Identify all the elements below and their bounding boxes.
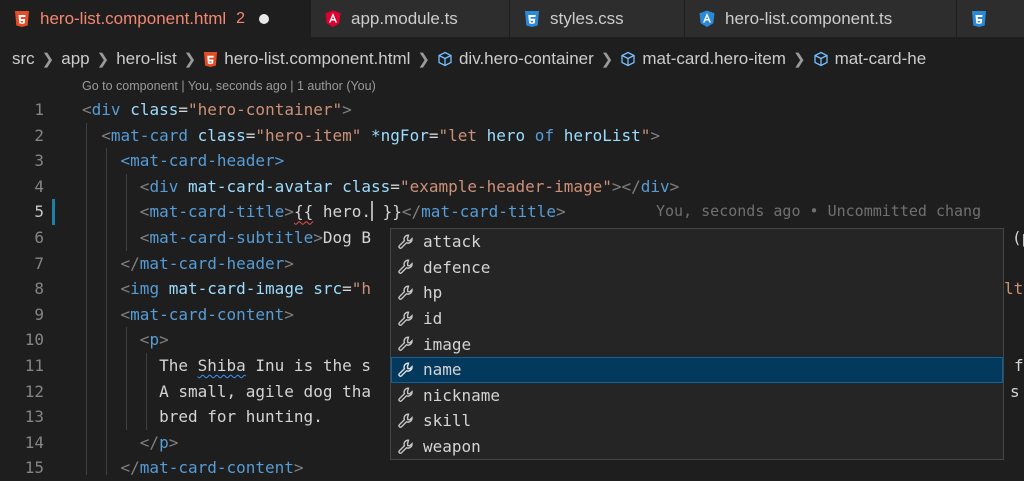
breadcrumb-item[interactable]: div.hero-container — [459, 49, 594, 69]
line-number: 2 — [34, 125, 44, 145]
suggestion-item[interactable]: nickname — [391, 383, 1003, 409]
chevron-right-icon: ❯ — [792, 51, 806, 68]
chevron-right-icon: ❯ — [96, 51, 110, 68]
suggestion-item[interactable]: image — [391, 331, 1003, 357]
wrench-icon — [397, 310, 419, 328]
code-line[interactable]: <mat-card-content> — [82, 302, 294, 328]
code-line-current[interactable]: <mat-card-title>{{ hero. }}</mat-card-ti… — [82, 199, 566, 225]
problem-count-badge: 2 — [236, 9, 246, 27]
codelens[interactable]: Go to component | You, seconds ago | 1 a… — [82, 79, 376, 93]
line-number: 9 — [34, 304, 44, 324]
code-line-tail: s — [1010, 381, 1020, 401]
tab-label: hero-list.component.ts — [725, 8, 893, 28]
breadcrumb-item[interactable]: hero-list.component.html — [224, 49, 410, 69]
line-number: 8 — [34, 279, 44, 299]
line-number: 15 — [24, 458, 44, 478]
tab-hero-list-component-ts[interactable]: hero-list.component.ts — [685, 0, 957, 37]
tab-app-module-ts[interactable]: app.module.ts — [311, 0, 510, 37]
unsaved-dot-icon[interactable] — [259, 13, 270, 24]
line-number: 14 — [24, 432, 44, 452]
text-cursor — [371, 201, 373, 222]
line-number: 13 — [24, 407, 44, 427]
html5-icon — [971, 10, 987, 28]
line-number: 7 — [34, 253, 44, 273]
code-line-tail: lt — [1004, 279, 1024, 299]
chevron-right-icon: ❯ — [41, 51, 55, 68]
breadcrumb-item[interactable]: mat-card-he — [835, 49, 927, 69]
wrench-icon — [397, 284, 419, 302]
cube-icon — [813, 51, 829, 67]
tab-hero-list-component-html[interactable]: hero-list.component.html 2 — [0, 0, 311, 37]
tab-label: hero-list.component.html — [40, 8, 227, 28]
chevron-right-icon: ❯ — [600, 51, 614, 68]
suggestion-item[interactable]: hp — [391, 280, 1003, 306]
suggestion-item[interactable]: skill — [391, 408, 1003, 434]
code-line[interactable]: bred for hunting. — [82, 404, 323, 430]
wrench-icon — [397, 233, 419, 251]
code-line[interactable]: The Shiba Inu is the s — [82, 353, 371, 379]
html5-icon — [14, 10, 30, 28]
chevron-right-icon: ❯ — [417, 51, 430, 68]
git-blame-annotation: You, seconds ago • Uncommitted chang — [656, 202, 982, 221]
code-line[interactable]: <mat-card class="hero-item" *ngFor="let … — [82, 123, 660, 149]
angular-icon — [325, 10, 341, 28]
line-number: 4 — [34, 176, 44, 196]
breadcrumb-item[interactable]: app — [61, 49, 89, 69]
tab-overflow-html[interactable] — [957, 0, 1024, 37]
code-line[interactable]: <div class="hero-container"> — [82, 97, 352, 123]
chevron-right-icon: ❯ — [183, 51, 197, 68]
code-line[interactable]: <div mat-card-avatar class="example-head… — [82, 174, 680, 200]
suggestion-item[interactable]: weapon — [391, 434, 1003, 460]
angular-icon — [699, 10, 715, 28]
code-line[interactable]: </p> — [82, 430, 179, 456]
line-number: 10 — [24, 330, 44, 350]
suggestion-item[interactable]: attack — [391, 229, 1003, 255]
wrench-icon — [397, 335, 419, 353]
modified-line-indicator — [52, 199, 55, 225]
cube-icon — [620, 51, 636, 67]
code-line[interactable]: A small, agile dog tha — [82, 379, 371, 405]
html5-icon — [203, 51, 218, 68]
breadcrumb-item[interactable]: hero-list — [116, 49, 176, 69]
code-line-tail: f — [1014, 356, 1024, 375]
tab-label: styles.css — [550, 8, 624, 28]
breadcrumb-item[interactable]: mat-card.hero-item — [642, 49, 786, 69]
suggestion-item[interactable]: defence — [391, 255, 1003, 281]
suggestion-widget[interactable]: attack defence hp id image name nickname… — [390, 228, 1004, 460]
wrench-icon — [397, 438, 419, 456]
tab-styles-css[interactable]: styles.css — [510, 0, 685, 37]
cube-icon — [437, 51, 453, 67]
code-line[interactable]: <p> — [82, 327, 169, 353]
line-number: 5 — [34, 202, 44, 222]
wrench-icon — [397, 258, 419, 276]
wrench-icon — [397, 361, 419, 379]
code-line[interactable]: <mat-card-subtitle>Dog B — [82, 225, 371, 251]
code-line[interactable]: </mat-card-content> — [82, 455, 304, 481]
line-number: 1 — [34, 100, 44, 119]
line-number: 11 — [24, 356, 44, 375]
suggestion-item[interactable]: id — [391, 306, 1003, 332]
code-line[interactable]: <mat-card-header> — [82, 148, 285, 174]
breadcrumb-item[interactable]: src — [12, 49, 35, 69]
line-number: 6 — [34, 228, 44, 247]
code-line-tail: (p — [1012, 228, 1024, 247]
tab-bar: hero-list.component.html 2 app.module.ts… — [0, 0, 1024, 37]
suggestion-item-selected[interactable]: name — [391, 357, 1003, 383]
code-line[interactable]: <img mat-card-image src="h — [82, 276, 372, 302]
breadcrumb: src ❯ app ❯ hero-list ❯ hero-list.compon… — [0, 37, 1024, 81]
wrench-icon — [397, 412, 419, 430]
code-line[interactable]: </mat-card-header> — [82, 251, 294, 277]
tab-label: app.module.ts — [351, 8, 458, 28]
line-number: 12 — [24, 381, 44, 401]
line-number: 3 — [34, 151, 44, 171]
wrench-icon — [397, 386, 419, 404]
css3-icon — [524, 10, 540, 28]
